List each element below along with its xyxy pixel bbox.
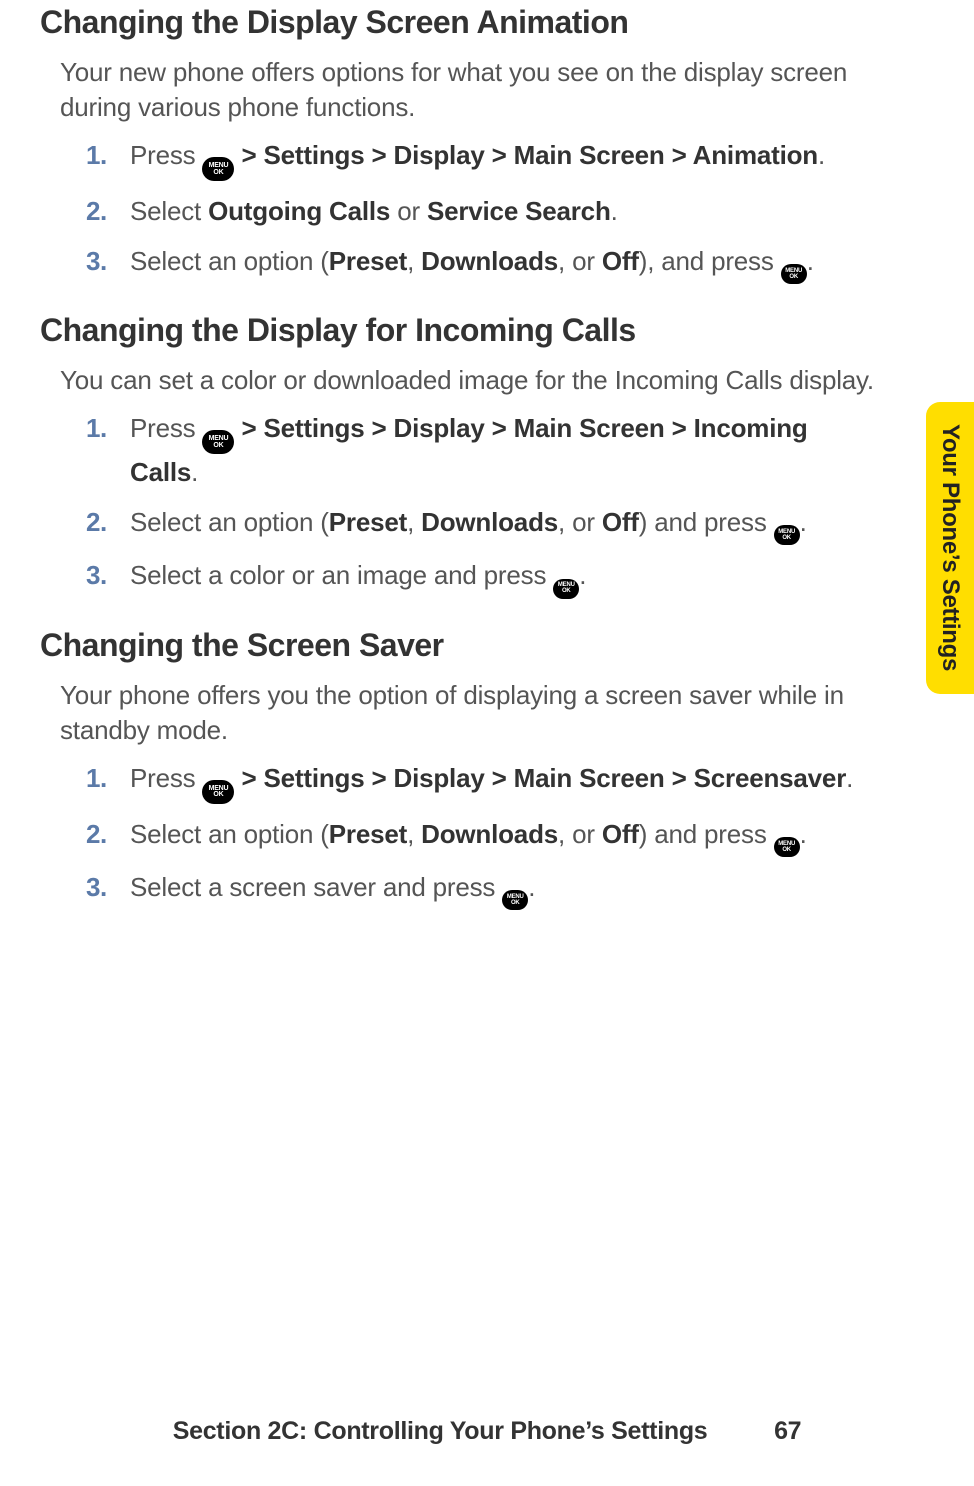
option: Off [602,246,639,276]
page-footer: Section 2C: Controlling Your Phone’s Set… [0,1417,974,1446]
menu-ok-icon: MENUOK [774,837,800,857]
step-text: Press [130,413,202,443]
menu-ok-icon: MENUOK [553,579,579,599]
menu-ok-icon: MENUOK [202,157,234,181]
step-number: 1. [86,410,107,448]
step-number: 1. [86,137,107,175]
content-area: Changing the Display Screen Animation Yo… [40,0,874,910]
step-text: Press [130,140,202,170]
page-container: Changing the Display Screen Animation Yo… [0,0,974,1486]
step: 2. Select an option (Preset, Downloads, … [86,816,874,857]
nav-path: > Settings > Display > Main Screen > Inc… [130,413,808,487]
step-number: 2. [86,504,107,542]
menu-ok-icon: MENUOK [774,525,800,545]
step-tail: . [191,457,198,487]
step-tail: . [800,819,807,849]
menu-ok-icon: MENUOK [781,264,807,284]
step-number: 2. [86,816,107,854]
step-text: Select an option ( [130,246,329,276]
nav-path: > Settings > Display > Main Screen > Scr… [234,763,846,793]
step-tail: . [528,872,535,902]
step-number: 3. [86,869,107,907]
option: Preset [329,819,407,849]
step: 1. Press MENUOK > Settings > Display > M… [86,137,874,181]
option: Outgoing Calls [208,196,390,226]
option: Preset [329,507,407,537]
nav-path: > Settings > Display > Main Screen > Ani… [234,140,817,170]
step-text: Select an option ( [130,819,329,849]
heading-incoming-calls: Changing the Display for Incoming Calls [40,312,874,349]
step: 2. Select an option (Preset, Downloads, … [86,504,874,545]
option: Service Search [427,196,611,226]
step-text: Select [130,196,208,226]
step: 1. Press MENUOK > Settings > Display > M… [86,410,874,492]
step-text: Select an option ( [130,507,329,537]
step-text: Select a screen saver and press [130,872,502,902]
option: Downloads [421,819,558,849]
step-tail: . [579,560,586,590]
step: 3. Select a color or an image and press … [86,557,874,598]
option: Off [602,819,639,849]
step-text: Press [130,763,202,793]
step: 3. Select a screen saver and press MENUO… [86,869,874,910]
option: Downloads [421,507,558,537]
section-tab-label: Your Phone’s Settings [936,424,964,671]
option: Downloads [421,246,558,276]
step: 1. Press MENUOK > Settings > Display > M… [86,760,874,804]
intro-screen-saver: Your phone offers you the option of disp… [40,678,874,748]
menu-ok-icon: MENUOK [202,780,234,804]
intro-animation: Your new phone offers options for what y… [40,55,874,125]
heading-animation: Changing the Display Screen Animation [40,4,874,41]
step-tail: . [800,507,807,537]
option: Preset [329,246,407,276]
menu-ok-icon: MENUOK [502,890,528,910]
intro-incoming-calls: You can set a color or downloaded image … [40,363,874,398]
steps-animation: 1. Press MENUOK > Settings > Display > M… [40,137,874,284]
step-number: 2. [86,193,107,231]
option: Off [602,507,639,537]
steps-screen-saver: 1. Press MENUOK > Settings > Display > M… [40,760,874,911]
page-number: 67 [774,1417,801,1446]
step-number: 3. [86,243,107,281]
step: 3. Select an option (Preset, Downloads, … [86,243,874,284]
step-tail: . [807,246,814,276]
section-tab: Your Phone’s Settings [926,402,974,694]
step-number: 1. [86,760,107,798]
menu-ok-icon: MENUOK [202,430,234,454]
step-number: 3. [86,557,107,595]
step-tail: . [846,763,853,793]
heading-screen-saver: Changing the Screen Saver [40,627,874,664]
step-text: Select a color or an image and press [130,560,553,590]
steps-incoming-calls: 1. Press MENUOK > Settings > Display > M… [40,410,874,598]
step: 2. Select Outgoing Calls or Service Sear… [86,193,874,231]
step-tail: . [818,140,825,170]
footer-text: Section 2C: Controlling Your Phone’s Set… [173,1417,708,1445]
